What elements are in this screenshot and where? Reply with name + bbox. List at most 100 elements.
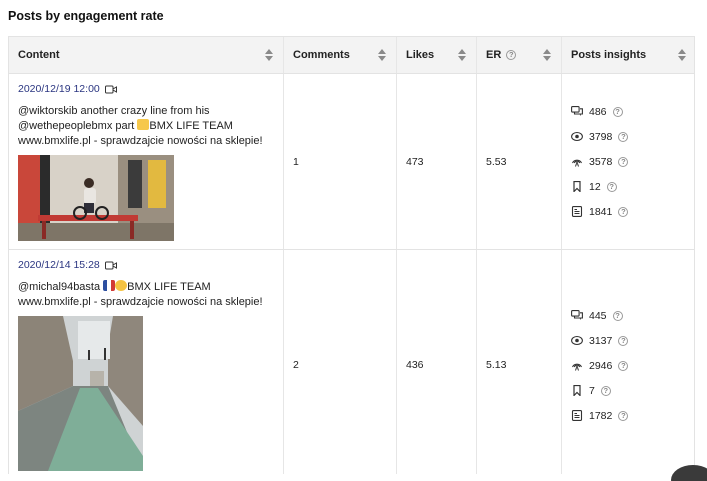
caption-text: BMX LIFE TEAM [127, 281, 211, 293]
comments-bubble-icon [571, 106, 583, 116]
sort-icon[interactable] [458, 49, 466, 61]
insights-list: 486 ? 3798 ? 3578 ? 12 ? 1841 ? [571, 99, 629, 224]
help-icon[interactable]: ? [606, 181, 617, 192]
column-header-content[interactable]: Content [9, 37, 284, 73]
insight-reach: 3578 ? [571, 149, 629, 174]
sort-icon[interactable] [265, 49, 273, 61]
help-icon[interactable]: ? [618, 131, 629, 142]
bookmark-icon [573, 181, 581, 192]
caption-line: @michal94basta BMX LIFE TEAM [18, 280, 280, 295]
caption-text: @michal94basta [18, 281, 104, 293]
insights-list: 445 ? 3137 ? 2946 ? 7 ? 1782 ? [571, 303, 629, 428]
comments-bubble-icon [571, 310, 583, 320]
post-thumbnail[interactable] [18, 316, 143, 471]
post-content-cell: 2020/12/19 12:00 @wiktorskib another cra… [9, 74, 284, 249]
help-icon[interactable]: ? [618, 156, 629, 167]
likes-count: 436 [406, 359, 424, 371]
reach-broadcast-icon [572, 363, 582, 371]
er-cell: 5.53 [477, 74, 562, 249]
reach-broadcast-icon [572, 159, 582, 167]
help-icon[interactable]: ? [618, 360, 629, 371]
insight-comments: 445 ? [571, 303, 628, 328]
column-header-label: Comments [293, 49, 350, 61]
er-value: 5.53 [486, 155, 507, 168]
video-camera-icon [104, 261, 117, 269]
caption-line: @wethepeoplebmx part BMX LIFE TEAM [18, 119, 280, 134]
page-title: Posts by engagement rate [8, 9, 164, 23]
likes-count: 473 [406, 155, 424, 168]
sort-icon[interactable] [378, 49, 386, 61]
insight-value: 486 [589, 105, 607, 118]
bookmark-icon [573, 385, 581, 396]
column-header-er[interactable]: ER ? [477, 37, 562, 73]
table-row: 2020/12/14 15:28 @michal94basta BMX LIFE… [9, 250, 694, 474]
er-value: 5.13 [486, 359, 507, 371]
post-caption: @wiktorskib another crazy line from his … [18, 104, 280, 149]
insight-saves: 7 ? [571, 378, 628, 403]
help-icon[interactable]: ? [618, 410, 629, 421]
caption-text: BMX LIFE TEAM [149, 120, 233, 132]
insight-comments: 486 ? [571, 99, 628, 124]
caption-line: @wiktorskib another crazy line from his [18, 105, 210, 117]
heart-eyes-emoji-icon [115, 280, 128, 291]
table-header: Content Comments Likes ER ? Posts insigh… [9, 37, 694, 74]
insights-cell: 486 ? 3798 ? 3578 ? 12 ? 1841 ? [562, 74, 696, 249]
likes-cell: 473 [397, 74, 477, 249]
comments-cell: 2 [284, 250, 397, 474]
table-row: 2020/12/19 12:00 @wiktorskib another cra… [9, 74, 694, 250]
posts-table: Content Comments Likes ER ? Posts insigh… [8, 36, 695, 474]
column-header-label: Likes [406, 49, 435, 61]
help-icon[interactable]: ? [600, 385, 611, 396]
comments-cell: 1 [284, 74, 397, 249]
insight-engagement: 1841 ? [571, 199, 629, 224]
insight-value: 3137 [589, 334, 613, 347]
caption-line: www.bmxlife.pl - sprawdzajcie nowości na… [18, 135, 263, 147]
column-header-label: Content [18, 49, 60, 61]
insight-value: 2946 [589, 359, 613, 372]
engagement-doc-icon [571, 410, 583, 421]
help-icon[interactable]: ? [618, 206, 629, 217]
column-header-insights[interactable]: Posts insights [562, 37, 696, 73]
insight-value: 1782 [589, 409, 613, 422]
post-date[interactable]: 2020/12/14 15:28 [18, 259, 100, 271]
post-caption: @michal94basta BMX LIFE TEAM www.bmxlife… [18, 280, 280, 310]
video-camera-icon [104, 85, 117, 93]
help-icon[interactable]: ? [612, 310, 623, 321]
insights-cell: 445 ? 3137 ? 2946 ? 7 ? 1782 ? [562, 250, 696, 474]
help-icon[interactable]: ? [506, 50, 517, 60]
likes-cell: 436 [397, 250, 477, 474]
column-header-comments[interactable]: Comments [284, 37, 397, 73]
column-header-label: ER [486, 49, 502, 61]
insight-value: 445 [589, 309, 607, 322]
insight-impressions: 3798 ? [571, 124, 629, 149]
comments-count: 1 [293, 155, 299, 168]
bmx-rider-photo [18, 155, 174, 241]
sort-icon[interactable] [678, 49, 686, 61]
insight-value: 3578 [589, 155, 613, 168]
engagement-doc-icon [571, 206, 583, 217]
sort-icon[interactable] [543, 49, 551, 61]
france-flag-emoji-icon [103, 280, 116, 291]
insight-value: 3798 [589, 130, 613, 143]
column-header-label: Posts insights [571, 49, 647, 61]
insight-value: 1841 [589, 205, 613, 218]
column-header-likes[interactable]: Likes [397, 37, 477, 73]
insight-impressions: 3137 ? [571, 328, 629, 353]
eye-icon [571, 131, 583, 142]
post-thumbnail[interactable] [18, 155, 174, 241]
post-date[interactable]: 2020/12/19 12:00 [18, 83, 100, 95]
insight-saves: 12 ? [571, 174, 628, 199]
raised-hands-emoji-icon [137, 119, 150, 130]
post-date-line: 2020/12/14 15:28 [18, 259, 283, 271]
street-photo [18, 316, 143, 471]
help-icon[interactable]: ? [618, 335, 629, 346]
caption-text: @wethepeoplebmx part [18, 120, 138, 132]
insight-reach: 2946 ? [571, 353, 629, 378]
insight-value: 12 [589, 180, 601, 193]
help-icon[interactable]: ? [612, 106, 623, 117]
insight-value: 7 [589, 384, 595, 397]
post-date-line: 2020/12/19 12:00 [18, 83, 283, 95]
er-cell: 5.13 [477, 250, 562, 474]
post-content-cell: 2020/12/14 15:28 @michal94basta BMX LIFE… [9, 250, 284, 474]
column-header-er-label: ER ? [486, 49, 543, 61]
